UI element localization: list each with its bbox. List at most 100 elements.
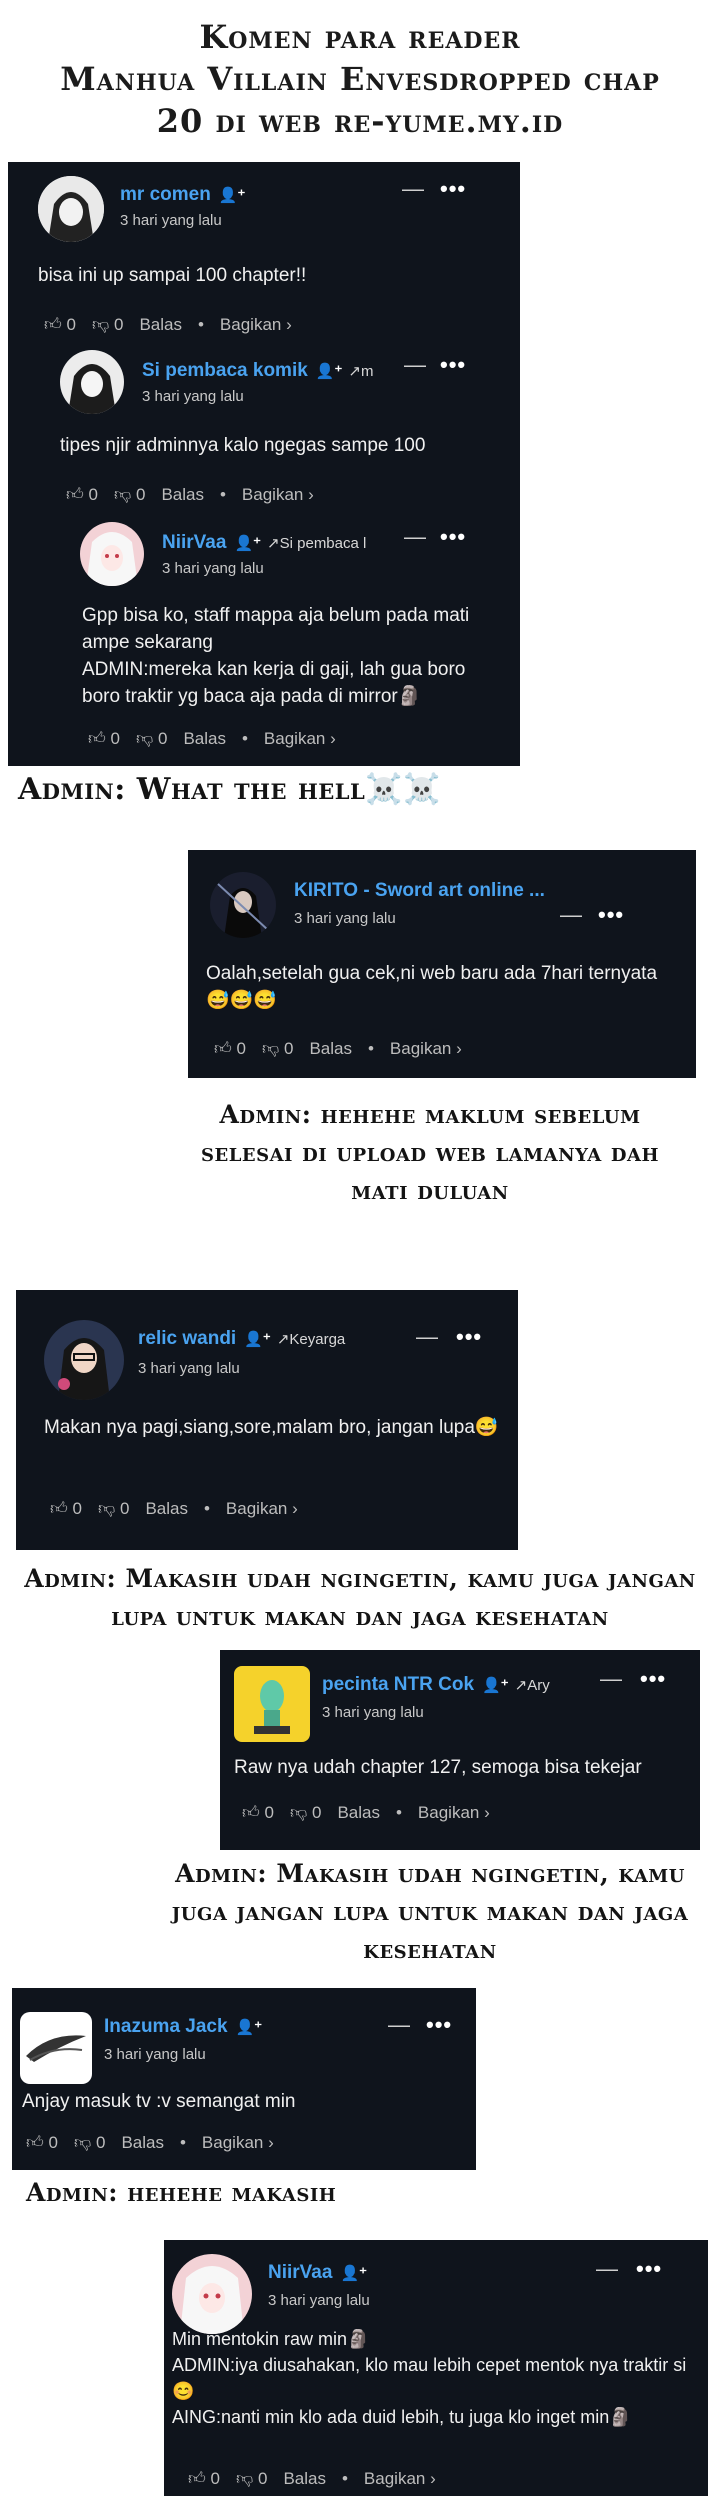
username[interactable]: Si pembaca komik 👤⁺ ↗m [142,360,373,382]
username[interactable]: KIRITO - Sword art online ... [294,880,545,902]
dislike-button[interactable]: 👎︎ 0 [74,2132,105,2153]
dislike-count: 0 [257,2468,268,2488]
collapse-icon[interactable]: — [402,176,424,202]
avatar[interactable] [80,522,144,586]
comment-text: Makan nya pagi,siang,sore,malam bro, jan… [44,1417,499,1438]
collapse-icon[interactable]: — [404,352,426,378]
username-text: KIRITO - Sword art online ... [294,880,545,901]
add-user-icon[interactable]: 👤⁺ [482,1676,509,1694]
reply-button[interactable]: Balas [145,1499,188,1519]
reply-button[interactable]: Balas [139,315,182,335]
reply-to-name: Keyarga [289,1331,346,1348]
more-options-icon[interactable]: ••• [440,524,466,550]
share-button[interactable]: Bagikan › [390,1039,462,1059]
share-button[interactable]: Bagikan › [418,1803,490,1823]
username[interactable]: mr comen 👤⁺ [120,184,245,206]
username[interactable]: NiirVaa 👤⁺ [268,2262,367,2284]
like-count: 0 [210,2468,220,2488]
separator-dot: • [341,2468,348,2488]
add-user-icon[interactable]: 👤⁺ [219,186,246,204]
add-user-icon[interactable]: 👤⁺ [244,1330,271,1348]
more-options-icon[interactable]: ••• [640,1666,666,1692]
add-user-icon[interactable]: 👤⁺ [340,2264,367,2282]
like-count: 0 [66,314,76,334]
more-options-icon[interactable]: ••• [456,1324,482,1350]
more-options-icon[interactable]: ••• [440,352,466,378]
more-options-icon[interactable]: ••• [598,902,624,928]
like-count: 0 [88,484,98,504]
comment-card: NiirVaa 👤⁺ 3 hari yang lalu — ••• Min men… [164,2240,708,2496]
thumb-down-icon: 👎︎ [113,485,132,504]
like-button[interactable]: 👍︎ 0 [26,2132,58,2153]
dislike-button[interactable]: 👎︎ 0 [114,484,145,505]
collapse-icon[interactable]: — [560,902,582,928]
share-button[interactable]: Bagikan › [226,1499,298,1519]
admin-note: Admin: hehehe makasih [26,2178,337,2207]
dislike-count: 0 [113,314,124,334]
avatar[interactable] [60,350,124,414]
username[interactable]: NiirVaa 👤⁺ ↗Si pembaca l [162,532,366,554]
reply-button[interactable]: Balas [183,729,226,749]
dislike-button[interactable]: 👎︎ 0 [236,2468,267,2489]
share-button[interactable]: Bagikan › [364,2469,436,2489]
like-button[interactable]: 👍︎ 0 [214,1038,246,1059]
share-button[interactable]: Bagikan › [242,485,314,505]
username[interactable]: relic wandi 👤⁺ ↗Keyarga [138,1328,345,1350]
share-button[interactable]: Bagikan › [264,729,336,749]
reply-button[interactable]: Balas [337,1803,380,1823]
comment-text: bisa ini up sampai 100 chapter!! [38,265,307,286]
username[interactable]: pecinta NTR Cok 👤⁺ ↗Ary [322,1674,550,1696]
comment-text: Oalah,setelah gua cek,ni web baru ada 7h… [206,963,658,1011]
share-button[interactable]: Bagikan › [202,2133,274,2153]
username[interactable]: Inazuma Jack 👤⁺ [104,2016,262,2038]
add-user-icon[interactable]: 👤⁺ [236,2018,263,2036]
like-button[interactable]: 👍︎ 0 [44,314,76,335]
admin-note: Admin: Makasih udah ngingetin, kamu juga… [171,1859,689,1964]
add-user-icon[interactable]: 👤⁺ [234,534,261,552]
reply-button[interactable]: Balas [309,1039,352,1059]
dislike-button[interactable]: 👎︎ 0 [262,1038,293,1059]
reply-button[interactable]: Balas [121,2133,164,2153]
like-button[interactable]: 👍︎ 0 [66,484,98,505]
like-button[interactable]: 👍︎ 0 [88,728,120,749]
thumb-down-icon: 👎︎ [73,2133,92,2152]
reply-to-name: m [360,363,374,380]
dislike-button[interactable]: 👎︎ 0 [92,314,123,335]
avatar[interactable] [210,872,276,938]
like-button[interactable]: 👍︎ 0 [242,1802,274,1823]
reply-button[interactable]: Balas [161,485,204,505]
thumb-up-icon: 👍︎ [88,729,106,748]
collapse-icon[interactable]: — [404,524,426,550]
like-button[interactable]: 👍︎ 0 [50,1498,82,1519]
collapse-icon[interactable]: — [596,2256,618,2282]
avatar[interactable] [172,2254,252,2334]
more-options-icon[interactable]: ••• [426,2012,452,2038]
dislike-count: 0 [135,484,146,504]
avatar[interactable] [234,1666,310,1742]
comment-text: Min mentokin raw min🗿 ADMIN:iya diusahak… [172,2329,687,2427]
timestamp: 3 hari yang lalu [294,910,396,927]
separator-dot: • [179,2132,186,2152]
dislike-count: 0 [95,2132,106,2152]
collapse-icon[interactable]: — [388,2012,410,2038]
like-button[interactable]: 👍︎ 0 [188,2468,220,2489]
add-user-icon[interactable]: 👤⁺ [316,362,343,380]
share-button[interactable]: Bagikan › [220,315,292,335]
dislike-button[interactable]: 👎︎ 0 [290,1802,321,1823]
like-count: 0 [236,1038,246,1058]
avatar[interactable] [38,176,104,242]
collapse-icon[interactable]: — [600,1666,622,1692]
dislike-button[interactable]: 👎︎ 0 [136,728,167,749]
collapse-icon[interactable]: — [416,1324,438,1350]
more-options-icon[interactable]: ••• [440,176,466,202]
admin-note: Admin: hehehe maklum sebelum selesai di … [200,1100,660,1205]
avatar[interactable] [20,2012,92,2084]
more-options-icon[interactable]: ••• [636,2256,662,2282]
dislike-button[interactable]: 👎︎ 0 [98,1498,129,1519]
username-text: Inazuma Jack [104,2016,228,2037]
avatar[interactable] [44,1320,124,1400]
comment-actions: 👍︎ 0 👎︎ 0 Balas • Bagikan › [242,1802,490,1823]
reply-button[interactable]: Balas [283,2469,326,2489]
comment-actions: 👍︎ 0 👎︎ 0 Balas • Bagikan › [66,484,314,505]
comment-actions: 👍︎ 0 👎︎ 0 Balas • Bagikan › [188,2468,436,2489]
